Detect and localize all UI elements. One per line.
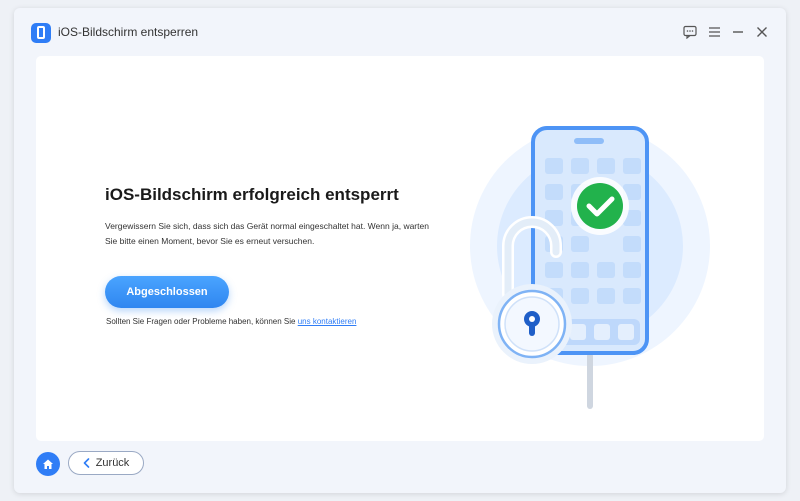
description-text: Vergewissern Sie sich, dass sich das Ger…	[105, 221, 429, 246]
home-icon	[43, 459, 53, 469]
home-button[interactable]	[36, 452, 60, 476]
done-button[interactable]: Abgeschlossen	[105, 276, 229, 308]
page-title: iOS-Bildschirm erfolgreich entsperrt	[105, 185, 399, 204]
help-text: Sollten Sie Fragen oder Probleme haben, …	[106, 317, 296, 326]
back-button[interactable]: Zurück	[68, 451, 144, 475]
unlock-success-illustration	[470, 126, 710, 409]
minimize-icon[interactable]	[729, 23, 747, 41]
feedback-icon[interactable]	[681, 23, 699, 41]
title-bar: iOS-Bildschirm entsperren	[14, 8, 786, 50]
back-button-label: Zurück	[95, 457, 130, 469]
content-panel: iOS-Bildschirm erfolgreich entsperrt Ver…	[36, 56, 764, 441]
check-success-icon	[571, 177, 629, 235]
app-logo-icon	[31, 23, 51, 43]
help-text-line: Sollten Sie Fragen oder Probleme haben, …	[106, 317, 356, 326]
app-title: iOS-Bildschirm entsperren	[58, 25, 199, 39]
chevron-left-icon	[83, 458, 89, 468]
close-icon[interactable]	[753, 23, 771, 41]
contact-link[interactable]: uns kontaktieren	[298, 317, 357, 326]
app-window: iOS-Bildschirm entsperren iOS-Bildschirm…	[14, 8, 786, 493]
menu-icon[interactable]	[705, 23, 723, 41]
bottom-bar: Zurück	[14, 448, 786, 493]
